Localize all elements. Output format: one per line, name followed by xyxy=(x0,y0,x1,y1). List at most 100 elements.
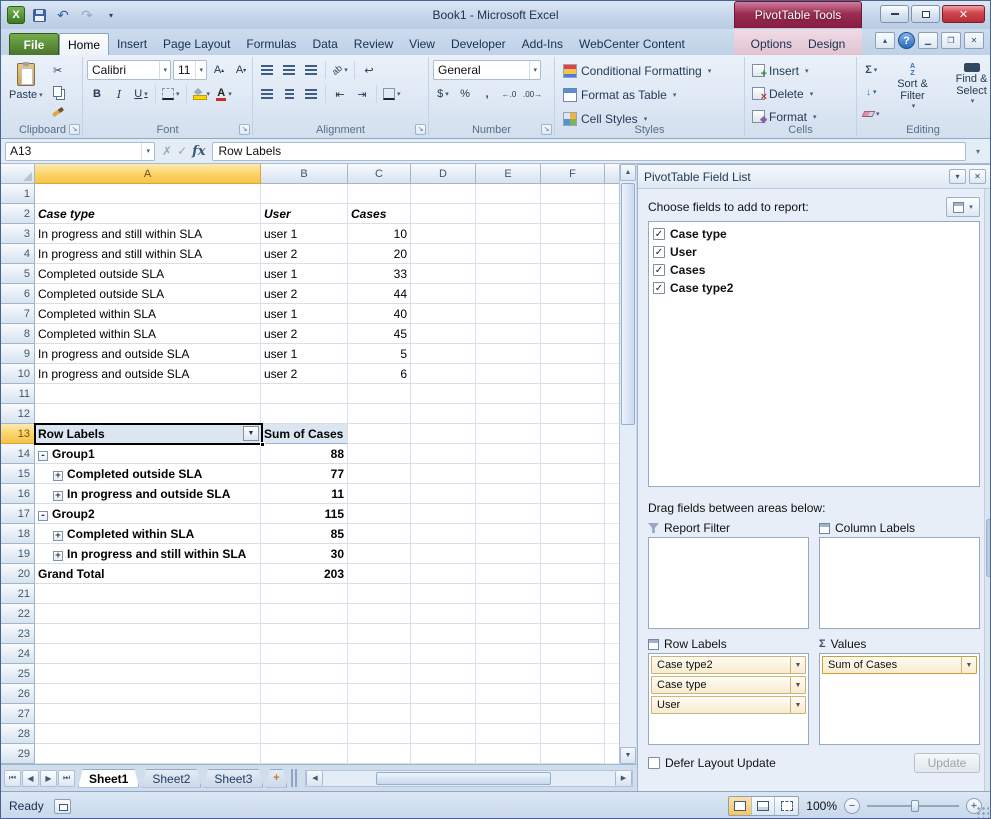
next-sheet-button[interactable]: ▶ xyxy=(40,769,57,787)
cell[interactable] xyxy=(411,564,476,584)
cell[interactable] xyxy=(411,544,476,564)
cell[interactable] xyxy=(411,604,476,624)
cell[interactable] xyxy=(541,224,605,244)
cell[interactable]: Completed within SLA xyxy=(35,304,261,324)
cell[interactable] xyxy=(476,564,541,584)
cell[interactable] xyxy=(411,644,476,664)
cell[interactable] xyxy=(476,484,541,504)
cell[interactable] xyxy=(476,324,541,344)
grow-font-button[interactable]: A ▴ xyxy=(209,60,229,80)
cell[interactable] xyxy=(476,504,541,524)
cell[interactable] xyxy=(348,424,411,444)
cell[interactable] xyxy=(411,484,476,504)
expand-item-icon[interactable]: + xyxy=(53,530,63,541)
cell[interactable]: 33 xyxy=(348,264,411,284)
cell[interactable] xyxy=(411,284,476,304)
cell[interactable] xyxy=(476,264,541,284)
close-button[interactable]: ✕ xyxy=(942,5,985,23)
underline-button[interactable]: U ▾ xyxy=(131,84,151,104)
cell[interactable] xyxy=(411,224,476,244)
cell[interactable] xyxy=(261,664,348,684)
clipboard-dialog-launcher[interactable]: ↘ xyxy=(69,124,80,135)
pivot-row-cell[interactable]: - Group2 xyxy=(35,504,261,524)
expand-formula-bar-button[interactable]: ▾ xyxy=(970,142,986,161)
cell[interactable] xyxy=(411,664,476,684)
insert-worksheet-button[interactable]: + xyxy=(265,769,287,788)
zoom-slider[interactable] xyxy=(867,798,959,814)
column-header-e[interactable]: E xyxy=(476,164,541,184)
cell[interactable]: 44 xyxy=(348,284,411,304)
cell[interactable] xyxy=(261,584,348,604)
cell[interactable] xyxy=(541,264,605,284)
cell[interactable] xyxy=(411,584,476,604)
font-dialog-launcher[interactable]: ↘ xyxy=(239,124,250,135)
number-dialog-launcher[interactable]: ↘ xyxy=(541,124,552,135)
scroll-down-button[interactable]: ▼ xyxy=(620,747,636,764)
bold-button[interactable]: B xyxy=(87,84,107,104)
checkbox-unchecked-icon[interactable] xyxy=(648,757,660,769)
cell[interactable] xyxy=(541,624,605,644)
last-sheet-button[interactable]: ⏭ xyxy=(58,769,75,787)
expand-item-icon[interactable]: + xyxy=(53,490,63,501)
cell[interactable] xyxy=(411,524,476,544)
cell[interactable] xyxy=(541,484,605,504)
cell[interactable]: user 1 xyxy=(261,224,348,244)
pivot-value-cell[interactable]: 85 xyxy=(261,524,348,544)
pivot-value-cell[interactable]: 11 xyxy=(261,484,348,504)
collapse-group-icon[interactable]: - xyxy=(38,510,48,521)
align-right-button[interactable] xyxy=(301,84,321,104)
pivot-value-cell[interactable]: 77 xyxy=(261,464,348,484)
row-header[interactable]: 24 xyxy=(1,644,35,664)
cell[interactable] xyxy=(541,364,605,384)
cell[interactable]: Completed within SLA xyxy=(35,324,261,344)
row-header[interactable]: 28 xyxy=(1,724,35,744)
customize-qat-button[interactable]: ▾ xyxy=(101,6,121,24)
cell[interactable] xyxy=(476,584,541,604)
excel-logo-icon[interactable]: X xyxy=(7,6,25,24)
page-break-view-button[interactable] xyxy=(775,797,799,815)
wrap-text-button[interactable]: ↩ xyxy=(359,60,379,80)
cell[interactable] xyxy=(35,644,261,664)
cut-button[interactable]: ✂ xyxy=(48,60,68,80)
align-center-button[interactable] xyxy=(279,84,299,104)
workbook-minimize-button[interactable]: ▁ xyxy=(918,32,938,49)
cell[interactable] xyxy=(35,664,261,684)
cell[interactable] xyxy=(476,624,541,644)
expand-item-icon[interactable]: + xyxy=(53,470,63,481)
conditional-formatting-button[interactable]: Conditional Formatting ▾ xyxy=(559,60,715,82)
fill-color-button[interactable]: ▾ xyxy=(191,84,213,104)
cell[interactable] xyxy=(411,204,476,224)
field-chip-sum-of-cases[interactable]: Sum of Cases ▼ xyxy=(822,656,977,674)
cell[interactable] xyxy=(261,704,348,724)
cell[interactable] xyxy=(411,424,476,444)
cell[interactable] xyxy=(541,384,605,404)
cell[interactable]: user 2 xyxy=(261,284,348,304)
field-chip-case-type2[interactable]: Case type2 ▼ xyxy=(651,656,806,674)
cell[interactable] xyxy=(411,444,476,464)
chevron-down-icon[interactable]: ▼ xyxy=(790,697,805,713)
cell[interactable]: user 1 xyxy=(261,304,348,324)
normal-view-button[interactable] xyxy=(729,797,753,815)
cell[interactable] xyxy=(476,644,541,664)
cell[interactable]: 40 xyxy=(348,304,411,324)
field-item-cases[interactable]: ✓ Cases xyxy=(651,261,977,279)
cell[interactable] xyxy=(476,664,541,684)
minimize-button[interactable] xyxy=(880,5,909,23)
tab-view[interactable]: View xyxy=(401,33,443,55)
cell[interactable] xyxy=(35,404,261,424)
cell[interactable] xyxy=(541,704,605,724)
cell[interactable] xyxy=(261,604,348,624)
cell[interactable] xyxy=(348,664,411,684)
orientation-button[interactable]: ab ▾ xyxy=(330,60,350,80)
pivot-row-cell[interactable]: + Completed outside SLA xyxy=(35,464,261,484)
cell[interactable] xyxy=(541,564,605,584)
name-box[interactable]: A13 ▾ xyxy=(5,141,155,161)
cell[interactable] xyxy=(348,724,411,744)
zoom-level-label[interactable]: 100% xyxy=(806,799,837,813)
insert-function-button[interactable]: fx xyxy=(192,144,205,159)
pivot-value-cell[interactable]: 88 xyxy=(261,444,348,464)
cell[interactable] xyxy=(476,544,541,564)
decrease-decimal-button[interactable]: .00→ xyxy=(521,84,544,104)
checkbox-checked-icon[interactable]: ✓ xyxy=(653,228,665,240)
cell[interactable] xyxy=(348,464,411,484)
